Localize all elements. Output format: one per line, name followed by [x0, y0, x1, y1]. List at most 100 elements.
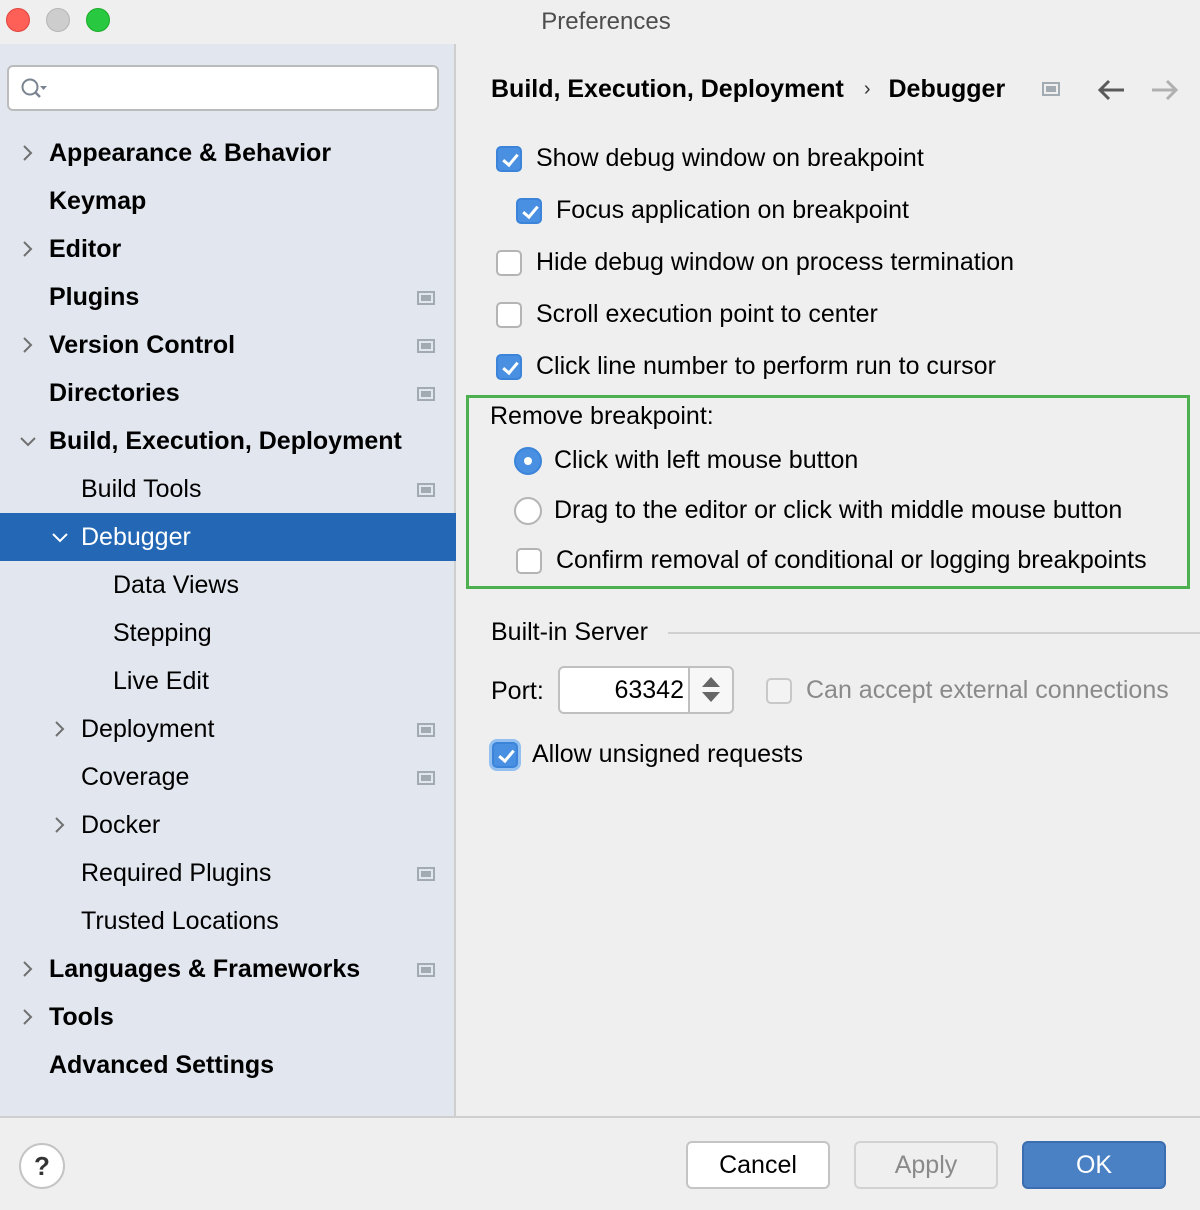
- port-label: Port:: [491, 677, 544, 705]
- sidebar-item-label: Appearance & Behavior: [49, 139, 332, 167]
- sidebar-item-label: Trusted Locations: [81, 907, 279, 935]
- sidebar-item-docker[interactable]: Docker: [0, 801, 456, 849]
- sidebar-item-label: Stepping: [113, 619, 212, 647]
- chevron-right-icon[interactable]: [18, 959, 38, 979]
- confirm-removal-checkbox[interactable]: [516, 548, 542, 574]
- breadcrumb-current: Debugger: [888, 74, 1006, 103]
- show-debug-window-label: Show debug window on breakpoint: [536, 144, 924, 172]
- chevron-right-icon[interactable]: [18, 143, 38, 163]
- show-debug-window-checkbox[interactable]: [496, 146, 522, 172]
- scroll-execution-point-label: Scroll execution point to center: [536, 300, 878, 328]
- sidebar-item-editor[interactable]: Editor: [0, 225, 456, 273]
- chevron-right-icon[interactable]: [18, 1007, 38, 1027]
- sidebar-item-deployment[interactable]: Deployment: [0, 705, 456, 753]
- breadcrumb-separator: ›: [863, 77, 871, 100]
- sidebar-item-build-execution-deployment[interactable]: Build, Execution, Deployment: [0, 417, 456, 465]
- sidebar-item-plugins[interactable]: Plugins: [0, 273, 456, 321]
- sidebar-item-label: Live Edit: [113, 667, 209, 695]
- chevron-right-icon[interactable]: [50, 719, 70, 739]
- sidebar-item-tools[interactable]: Tools: [0, 993, 456, 1041]
- sidebar-item-stepping[interactable]: Stepping: [0, 609, 456, 657]
- sidebar-item-languages-frameworks[interactable]: Languages & Frameworks: [0, 945, 456, 993]
- breadcrumb: Build, Execution, Deployment › Debugger: [491, 74, 1005, 104]
- project-level-icon: [417, 291, 435, 305]
- project-level-icon: [417, 867, 435, 881]
- confirm-removal-label: Confirm removal of conditional or loggin…: [556, 546, 1147, 574]
- title-bar: Preferences: [0, 0, 1200, 44]
- settings-search-input[interactable]: [59, 73, 429, 103]
- focus-application-checkbox[interactable]: [516, 198, 542, 224]
- focus-application-label: Focus application on breakpoint: [556, 196, 910, 224]
- sidebar-item-label: Docker: [81, 811, 161, 839]
- back-arrow-icon[interactable]: [1096, 76, 1126, 104]
- chevron-right-icon[interactable]: [18, 335, 38, 355]
- chevron-down-icon[interactable]: [50, 527, 70, 547]
- sidebar-item-label: Directories: [49, 379, 180, 407]
- forward-arrow-icon[interactable]: [1150, 76, 1180, 104]
- sidebar-item-live-edit[interactable]: Live Edit: [0, 657, 456, 705]
- project-level-icon: [417, 771, 435, 785]
- sidebar-item-label: Advanced Settings: [49, 1051, 275, 1079]
- decrement-icon[interactable]: [702, 692, 720, 702]
- remove-breakpoint-label: Remove breakpoint:: [490, 402, 714, 430]
- click-line-number-checkbox[interactable]: [496, 354, 522, 380]
- project-level-icon: [417, 963, 435, 977]
- settings-search-box[interactable]: [7, 65, 439, 111]
- hide-debug-window-label: Hide debug window on process termination: [536, 248, 1015, 276]
- search-icon[interactable]: [19, 75, 49, 105]
- sidebar-item-label: Build, Execution, Deployment: [49, 427, 402, 455]
- project-level-icon: [417, 723, 435, 737]
- project-level-icon: [417, 483, 435, 497]
- sidebar-item-label: Plugins: [49, 283, 140, 311]
- allow-unsigned-checkbox[interactable]: [492, 742, 518, 768]
- apply-button[interactable]: Apply: [854, 1141, 998, 1189]
- chevron-right-icon[interactable]: [18, 239, 38, 259]
- dialog-footer: ? Cancel Apply OK: [0, 1116, 1200, 1210]
- port-field[interactable]: [558, 666, 734, 714]
- sidebar-item-required-plugins[interactable]: Required Plugins: [0, 849, 456, 897]
- breadcrumb-parent[interactable]: Build, Execution, Deployment: [491, 75, 844, 104]
- sidebar-item-trusted-locations[interactable]: Trusted Locations: [0, 897, 456, 945]
- sidebar-item-coverage[interactable]: Coverage: [0, 753, 456, 801]
- chevron-down-icon[interactable]: [18, 431, 38, 451]
- project-level-icon: [417, 339, 435, 353]
- sidebar-item-directories[interactable]: Directories: [0, 369, 456, 417]
- sidebar-item-appearance-behavior[interactable]: Appearance & Behavior: [0, 129, 456, 177]
- sidebar-item-label: Languages & Frameworks: [49, 955, 361, 983]
- sidebar-item-debugger[interactable]: Debugger: [0, 513, 456, 561]
- section-divider: [668, 632, 1200, 634]
- sidebar-item-label: Tools: [49, 1003, 114, 1031]
- port-stepper[interactable]: [688, 668, 732, 712]
- allow-unsigned-label: Allow unsigned requests: [532, 740, 803, 768]
- sidebar-item-label: Version Control: [49, 331, 236, 359]
- sidebar-item-label: Debugger: [81, 523, 191, 551]
- scroll-execution-point-checkbox[interactable]: [496, 302, 522, 328]
- cancel-button[interactable]: Cancel: [686, 1141, 830, 1189]
- chevron-right-icon[interactable]: [50, 815, 70, 835]
- left-click-radio[interactable]: [514, 447, 542, 475]
- project-level-icon: [1042, 82, 1060, 96]
- sidebar-item-label: Build Tools: [81, 475, 202, 503]
- drag-radio-label: Drag to the editor or click with middle …: [554, 496, 1123, 524]
- drag-radio[interactable]: [514, 497, 542, 525]
- sidebar-item-label: Deployment: [81, 715, 215, 743]
- sidebar-item-keymap[interactable]: Keymap: [0, 177, 456, 225]
- ok-button[interactable]: OK: [1022, 1141, 1166, 1189]
- sidebar-item-data-views[interactable]: Data Views: [0, 561, 456, 609]
- builtin-server-title: Built-in Server: [491, 618, 648, 646]
- debugger-settings-panel: Build, Execution, Deployment › Debugger Sh…: [458, 44, 1200, 1116]
- sidebar-item-build-tools[interactable]: Build Tools: [0, 465, 456, 513]
- sidebar-item-advanced-settings[interactable]: Advanced Settings: [0, 1041, 456, 1089]
- sidebar-item-label: Editor: [49, 235, 122, 263]
- hide-debug-window-checkbox[interactable]: [496, 250, 522, 276]
- left-click-radio-label: Click with left mouse button: [554, 446, 859, 474]
- help-button[interactable]: ?: [19, 1143, 65, 1189]
- external-connections-checkbox: [766, 678, 792, 704]
- external-connections-label: Can accept external connections: [806, 676, 1169, 704]
- increment-icon[interactable]: [702, 677, 720, 687]
- port-input[interactable]: [566, 674, 684, 706]
- sidebar-item-label: Data Views: [113, 571, 239, 599]
- sidebar-item-version-control[interactable]: Version Control: [0, 321, 456, 369]
- settings-sidebar: Appearance & Behavior Keymap Editor Plugins…: [0, 44, 456, 1116]
- sidebar-item-label: Required Plugins: [81, 859, 272, 887]
